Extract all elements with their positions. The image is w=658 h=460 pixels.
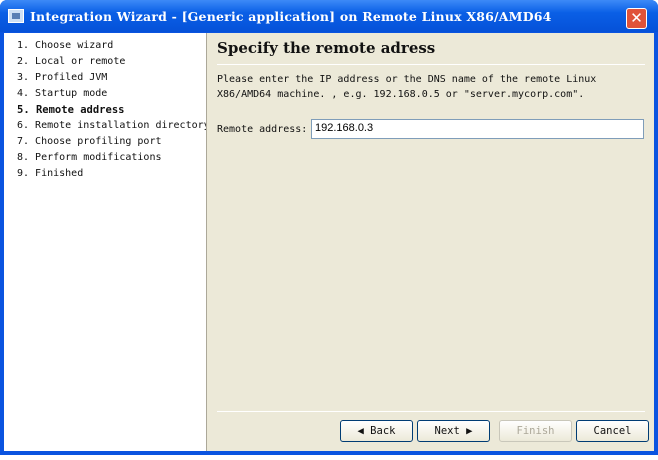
divider (217, 411, 645, 412)
step-item: 9. Finished (17, 168, 84, 179)
step-item: 7. Choose profiling port (17, 136, 162, 147)
app-icon (8, 9, 24, 23)
back-button[interactable]: ◀ Back (340, 420, 413, 442)
cancel-button[interactable]: Cancel (576, 420, 649, 442)
wizard-window: Integration Wizard - [Generic applicatio… (0, 0, 658, 455)
finish-button[interactable]: Finish (499, 420, 572, 442)
step-item: 6. Remote installation directory (17, 120, 206, 131)
remote-address-input[interactable]: 192.168.0.3 (311, 119, 644, 139)
step-item: 3. Profiled JVM (17, 72, 108, 83)
page-title: Specify the remote adress (217, 39, 436, 57)
divider (217, 64, 645, 65)
next-button[interactable]: Next ▶ (417, 420, 490, 442)
steps-panel: 1. Choose wizard 2. Local or remote 3. P… (4, 33, 207, 451)
step-item-current: 5. Remote address (17, 104, 125, 116)
description: Please enter the IP address or the DNS n… (217, 74, 597, 100)
step-item: 8. Perform modifications (17, 152, 162, 163)
close-button[interactable]: ✕ (626, 8, 647, 29)
content-panel: Specify the remote adress Please enter t… (207, 33, 654, 451)
title-bar[interactable]: Integration Wizard - [Generic applicatio… (0, 0, 658, 32)
step-item: 4. Startup mode (17, 88, 108, 99)
window-title: Integration Wizard - [Generic applicatio… (30, 9, 552, 24)
step-item: 1. Choose wizard (17, 40, 114, 51)
remote-address-label: Remote address: (217, 124, 308, 135)
step-item: 2. Local or remote (17, 56, 126, 67)
